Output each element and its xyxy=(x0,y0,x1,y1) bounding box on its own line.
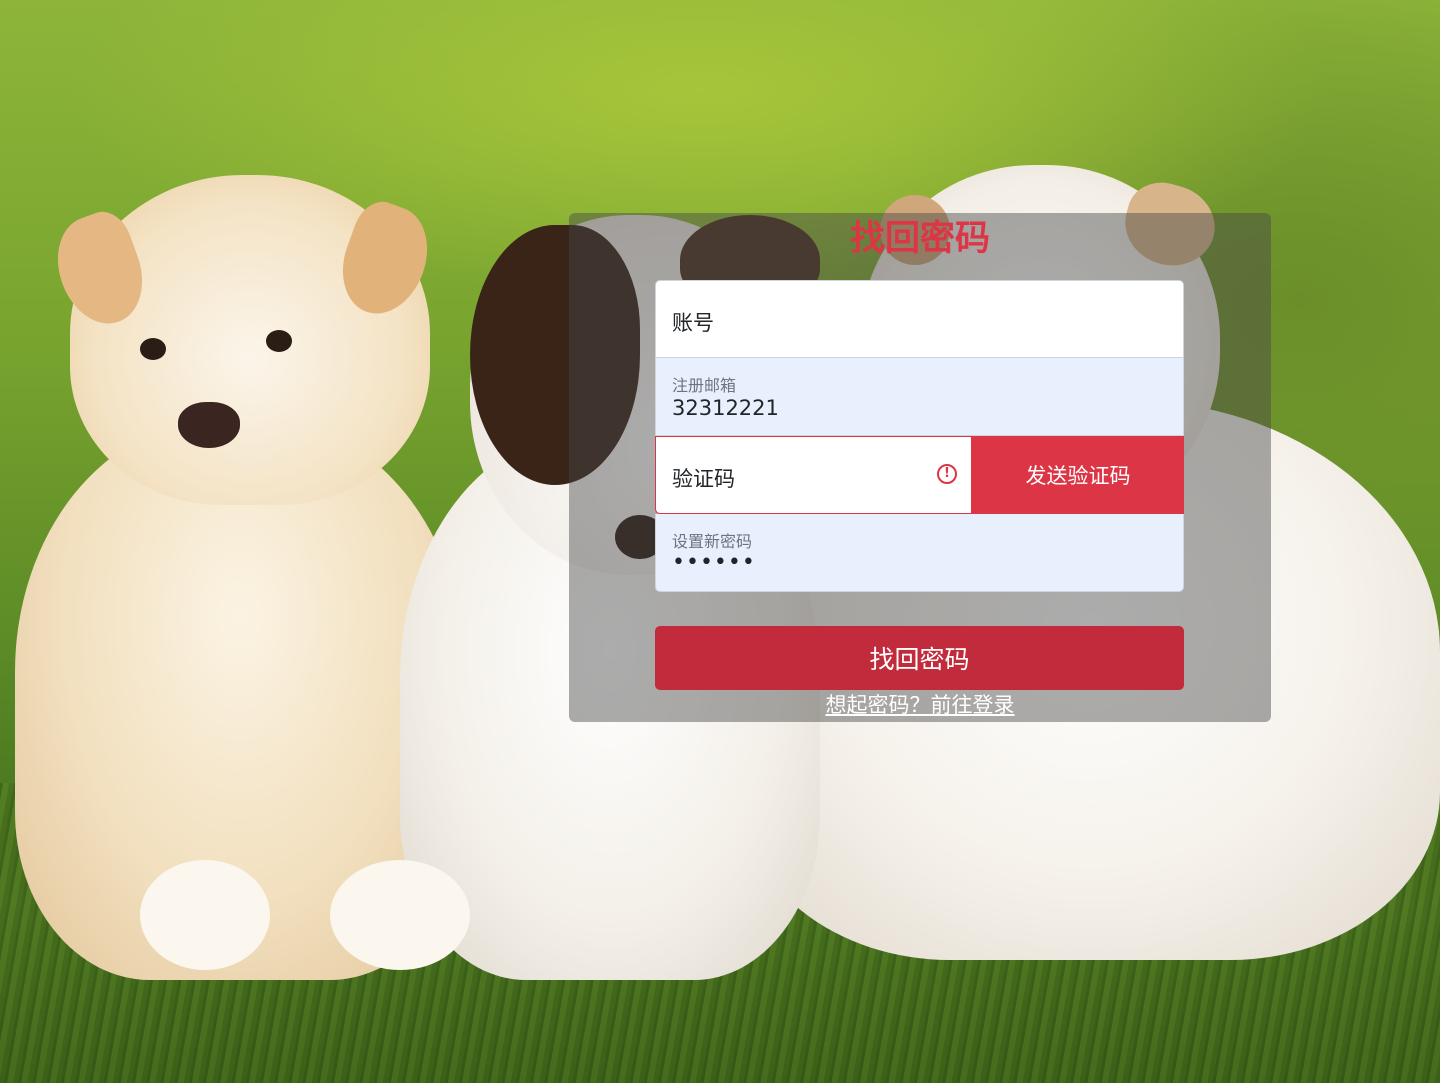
exclamation-circle-icon: ! xyxy=(937,464,957,484)
puppy-left-paw xyxy=(140,860,270,970)
send-code-button[interactable]: 发送验证码 xyxy=(972,436,1184,514)
puppy-left-eye xyxy=(140,338,166,360)
new-password-field[interactable]: 设置新密码 •••••• xyxy=(655,514,1184,592)
puppy-left-nose xyxy=(178,402,240,448)
verification-code-input[interactable]: 验证码 ! xyxy=(655,436,972,514)
new-password-value: •••••• xyxy=(672,550,756,575)
go-to-login-link[interactable]: 想起密码？前往登录 xyxy=(569,691,1271,719)
new-password-label: 设置新密码 xyxy=(672,532,753,551)
recover-password-card: 找回密码 账号 注册邮箱 32312221 验证码 ! 发送验证码 设置新密码 … xyxy=(569,213,1271,722)
email-value: 32312221 xyxy=(672,396,779,420)
puppy-middle-paw xyxy=(330,860,470,970)
account-placeholder: 账号 xyxy=(672,311,714,335)
email-label: 注册邮箱 xyxy=(672,376,737,395)
page-title: 找回密码 xyxy=(849,219,990,259)
account-input[interactable]: 账号 xyxy=(655,280,1184,358)
puppy-left-eye xyxy=(266,330,292,352)
email-field[interactable]: 注册邮箱 32312221 xyxy=(655,358,1184,436)
recover-password-form: 账号 注册邮箱 32312221 验证码 ! 发送验证码 设置新密码 •••••… xyxy=(655,280,1184,690)
verification-code-placeholder: 验证码 xyxy=(672,467,735,491)
recover-password-button[interactable]: 找回密码 xyxy=(655,626,1184,690)
verification-code-row: 验证码 ! 发送验证码 xyxy=(655,436,1184,514)
